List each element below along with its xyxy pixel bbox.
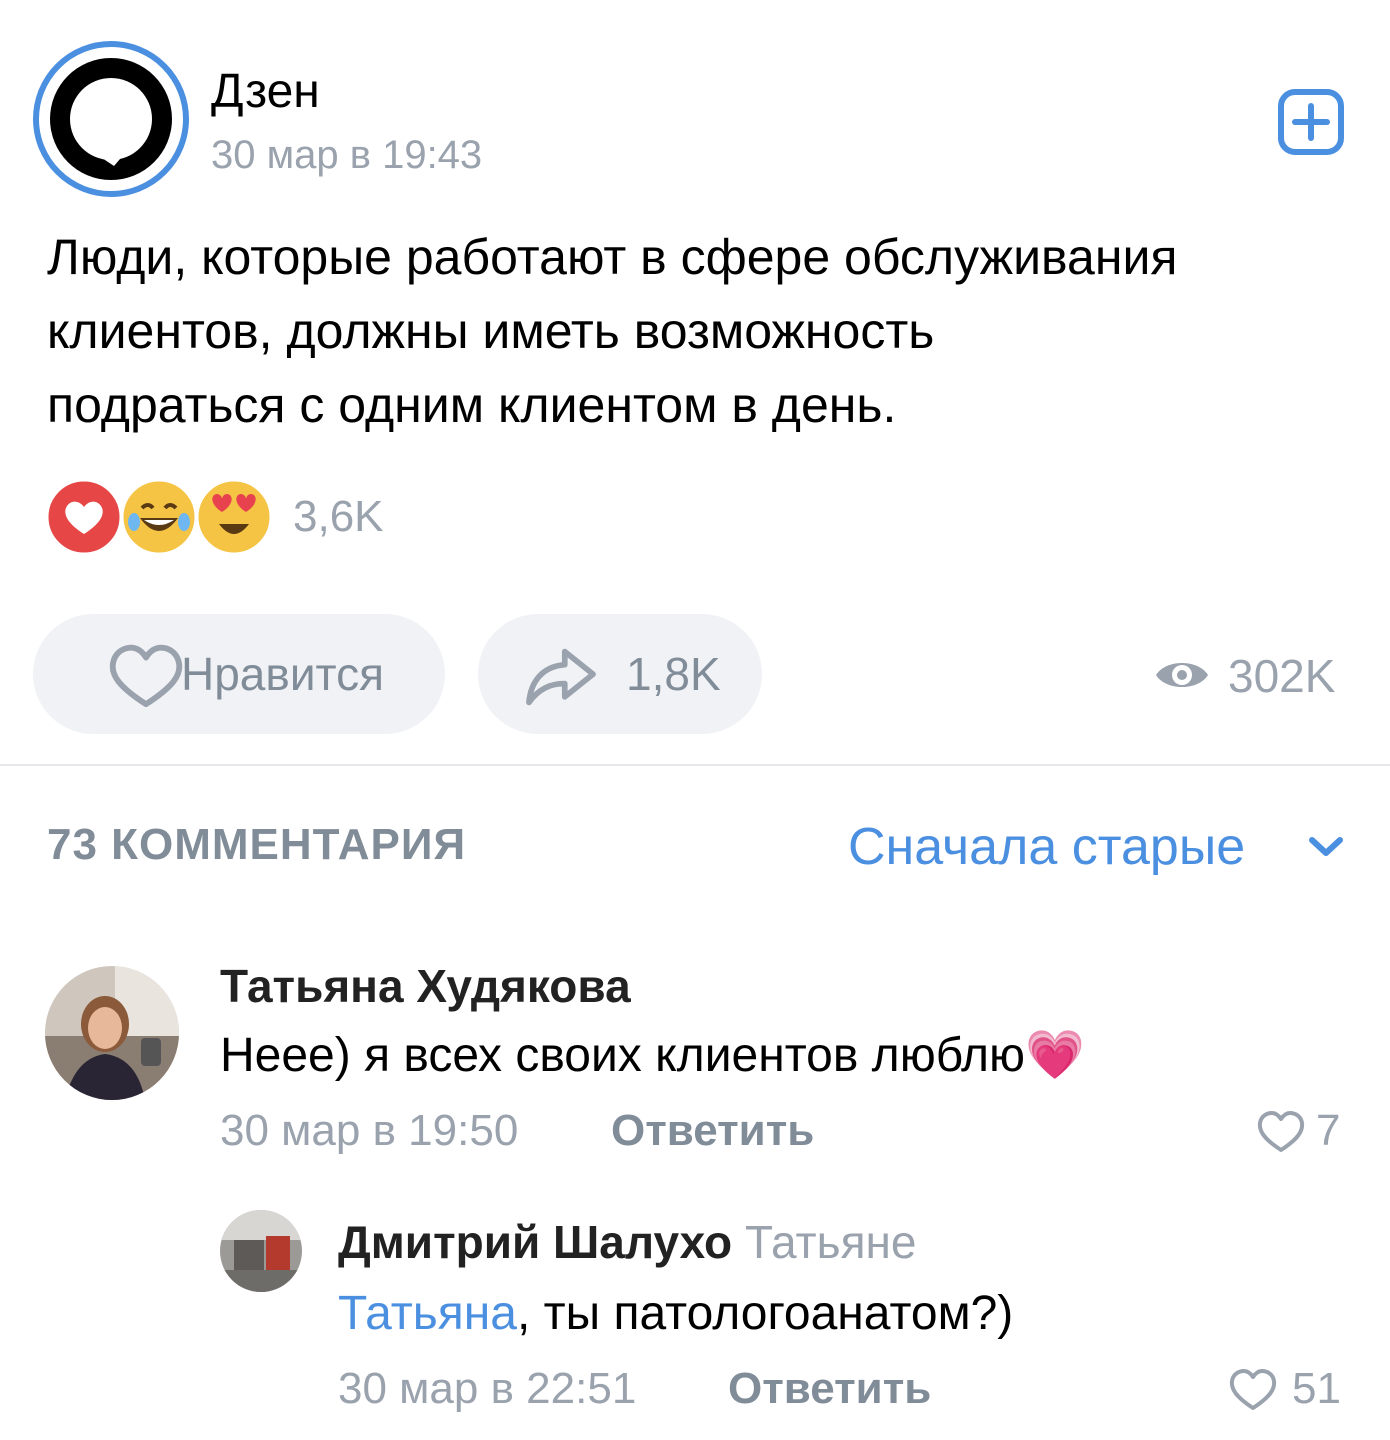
reply-button[interactable]: Ответить [611, 1104, 814, 1158]
heart-eyes-emoji-icon[interactable] [195, 478, 273, 556]
dzen-logo-icon [50, 58, 172, 180]
shares-count: 1,8K [626, 648, 721, 700]
comment-likes-count: 51 [1292, 1364, 1341, 1413]
like-button[interactable]: Нравится [33, 614, 445, 734]
comment-text: Татьяна, ты патологоанатом?) [338, 1284, 1013, 1344]
like-label: Нравится [181, 648, 384, 700]
heart-outline-icon [109, 644, 183, 708]
comment-author-name[interactable]: Дмитрий Шалухо [338, 1216, 732, 1268]
avatar[interactable] [220, 1210, 302, 1292]
post-text: Люди, которые работают в сфере обслужива… [47, 229, 1178, 433]
chevron-down-icon[interactable] [1306, 832, 1346, 860]
eye-icon [1156, 663, 1208, 687]
share-button[interactable]: 1,8K [478, 614, 762, 734]
comment-author[interactable]: Татьяна Худякова [220, 958, 631, 1014]
comments-count-title: 73 КОММЕНТАРИЯ [47, 820, 467, 869]
divider [0, 764, 1390, 766]
subscribe-button[interactable] [1277, 88, 1345, 156]
laughing-tears-emoji-icon[interactable] [120, 478, 198, 556]
comment-author: Дмитрий Шалухо Татьяне [338, 1214, 916, 1270]
heart-outline-icon[interactable] [1256, 1110, 1306, 1154]
channel-name[interactable]: Дзен [211, 62, 320, 122]
comment-text-body: , ты патологоанатом?) [517, 1287, 1014, 1340]
comment-text: Неее) я всех своих клиентов люблю💗 [220, 1029, 1085, 1082]
reply-to-label[interactable]: Татьяне [745, 1216, 917, 1268]
heart-reaction-icon[interactable] [45, 478, 123, 556]
sort-dropdown[interactable]: Сначала старые [848, 816, 1245, 878]
comment-date: 30 мар в 22:51 [338, 1364, 637, 1413]
post-date: 30 мар в 19:43 [211, 133, 483, 177]
comment-date: 30 мар в 19:50 [220, 1106, 519, 1155]
reactions-count[interactable]: 3,6K [293, 490, 384, 544]
share-arrow-icon [526, 648, 596, 706]
channel-avatar[interactable] [33, 41, 189, 197]
comment-likes-count: 7 [1316, 1106, 1341, 1155]
mention-link[interactable]: Татьяна [338, 1287, 517, 1340]
avatar[interactable] [45, 966, 179, 1100]
heart-outline-icon[interactable] [1228, 1368, 1278, 1412]
views-count: 302K [1228, 650, 1336, 702]
plus-square-icon [1278, 89, 1344, 155]
reply-button[interactable]: Ответить [728, 1362, 931, 1416]
